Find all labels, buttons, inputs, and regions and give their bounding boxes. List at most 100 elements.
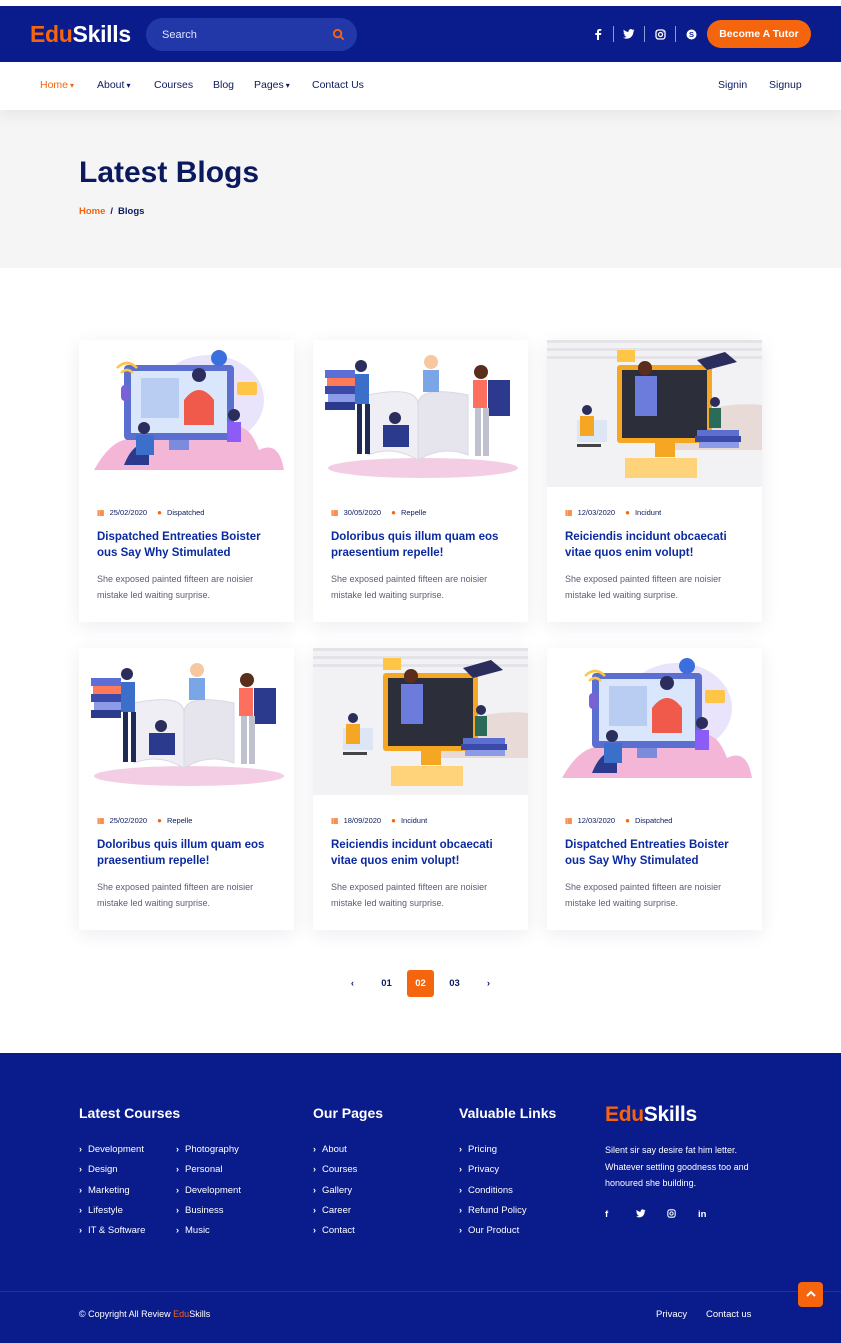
footer-link[interactable]: › Design <box>79 1162 145 1182</box>
nav-courses[interactable]: Courses <box>154 79 193 91</box>
pagination-prev[interactable]: ‹ <box>339 970 366 997</box>
linkedin-icon[interactable]: in <box>698 1209 729 1221</box>
footer-pages-title: Our Pages <box>313 1105 384 1121</box>
blog-card[interactable]: ▦ 12/03/2020 ● Incidunt Reiciendis incidun… <box>547 340 762 622</box>
instagram-icon[interactable] <box>667 1209 698 1221</box>
post-author[interactable]: Dispatched <box>635 816 673 825</box>
blog-image[interactable] <box>313 340 528 487</box>
chevron-down-icon: ▾ <box>285 81 290 90</box>
user-icon: ● <box>391 816 396 825</box>
footer-link[interactable]: › Privacy <box>459 1162 527 1182</box>
search-input[interactable] <box>162 18 322 51</box>
footer-link[interactable]: › Marketing <box>79 1183 145 1203</box>
nav-home[interactable]: Home ▾ <box>40 79 74 91</box>
divider <box>613 26 614 42</box>
footer-links-list: › Pricing › Privacy › Conditions › Refund Po… <box>459 1142 527 1243</box>
page-title: Latest Blogs <box>79 156 260 189</box>
post-author[interactable]: Incidunt <box>635 508 661 517</box>
post-author[interactable]: Incidunt <box>401 816 427 825</box>
footer-link[interactable]: › Contact <box>313 1223 357 1243</box>
post-title[interactable]: Doloribus quis illum quam eos praesentiu… <box>97 838 282 869</box>
search-icon[interactable] <box>332 28 345 41</box>
footer-link[interactable]: › Refund Policy <box>459 1203 527 1223</box>
footer-link[interactable]: › Conditions <box>459 1183 527 1203</box>
blog-image[interactable] <box>547 648 762 795</box>
footer-link[interactable]: › Development <box>79 1142 145 1162</box>
logo-edu: Edu <box>605 1103 644 1126</box>
post-author[interactable]: Dispatched <box>167 508 205 517</box>
footer-link[interactable]: › Pricing <box>459 1142 527 1162</box>
chevron-right-icon: › <box>459 1164 462 1175</box>
post-title[interactable]: Reiciendis incidunt obcaecati vitae quos… <box>565 530 750 561</box>
twitter-icon[interactable] <box>620 25 638 43</box>
header-social: S <box>589 24 700 44</box>
twitter-icon[interactable] <box>635 1209 667 1221</box>
footer-link[interactable]: › About <box>313 1142 357 1162</box>
nav-pages[interactable]: Pages ▾ <box>254 79 290 91</box>
post-author[interactable]: Repelle <box>401 508 426 517</box>
post-excerpt: She exposed painted fifteen are noisier … <box>565 574 722 600</box>
blog-image[interactable] <box>313 648 528 795</box>
instagram-icon[interactable] <box>651 25 669 43</box>
post-author[interactable]: Repelle <box>167 816 192 825</box>
post-date: 25/02/2020 <box>109 508 148 517</box>
footer-link[interactable]: › Lifestyle <box>79 1203 145 1223</box>
post-meta: ▦ 12/03/2020 ● Dispatched <box>565 816 672 825</box>
footer-link[interactable]: › Our Product <box>459 1223 527 1243</box>
post-date: 18/09/2020 <box>343 816 382 825</box>
footer-link[interactable]: › Gallery <box>313 1183 357 1203</box>
chevron-right-icon: › <box>176 1225 179 1236</box>
footer-link[interactable]: › Development <box>176 1183 241 1203</box>
footer-logo[interactable]: EduSkills <box>605 1103 697 1127</box>
footer-link-label: Design <box>88 1164 118 1176</box>
post-title[interactable]: Doloribus quis illum quam eos praesentiu… <box>331 530 516 561</box>
footer-link[interactable]: › Music <box>176 1223 241 1243</box>
post-date: 30/05/2020 <box>343 508 382 517</box>
pagination-next[interactable]: › <box>475 970 502 997</box>
footer-privacy-link[interactable]: Privacy <box>656 1309 687 1320</box>
blog-card[interactable]: ▦ 12/03/2020 ● Dispatched Dispatched Entre… <box>547 648 762 930</box>
breadcrumb-home[interactable]: Home <box>79 206 105 217</box>
pagination-page-02[interactable]: 02 <box>407 970 434 997</box>
blog-image[interactable] <box>547 340 762 487</box>
copyright-skills: Skills <box>189 1309 211 1319</box>
post-meta: ▦ 12/03/2020 ● Incidunt <box>565 508 661 517</box>
footer-link[interactable]: › IT & Software <box>79 1223 145 1243</box>
blog-card[interactable]: ▦ 18/09/2020 ● Incidunt Reiciendis incidun… <box>313 648 528 930</box>
blog-image[interactable] <box>79 340 294 487</box>
footer: Latest Courses › Development › Design › Mar… <box>0 1053 841 1343</box>
blog-card[interactable]: ▦ 25/02/2020 ● Repelle Doloribus quis illu… <box>79 648 294 930</box>
footer-link-label: Refund Policy <box>468 1204 527 1216</box>
blog-card[interactable]: ▦ 25/02/2020 ● Dispatched Dispatched Entre… <box>79 340 294 622</box>
post-title[interactable]: Dispatched Entreaties Boister ous Say Wh… <box>565 838 750 869</box>
post-meta: ▦ 25/02/2020 ● Repelle <box>97 816 192 825</box>
post-title[interactable]: Dispatched Entreaties Boister ous Say Wh… <box>97 530 282 561</box>
post-title[interactable]: Reiciendis incidunt obcaecati vitae quos… <box>331 838 516 869</box>
post-excerpt: She exposed painted fifteen are noisier … <box>331 574 488 600</box>
signin-link[interactable]: Signin <box>718 79 747 91</box>
footer-link[interactable]: › Personal <box>176 1162 241 1182</box>
pagination-page-01[interactable]: 01 <box>373 970 400 997</box>
footer-link[interactable]: › Photography <box>176 1142 241 1162</box>
nav-contact[interactable]: Contact Us <box>312 79 364 91</box>
become-tutor-button[interactable]: Become A Tutor <box>707 20 811 48</box>
footer-social: f in <box>605 1209 729 1221</box>
pagination-page-03[interactable]: 03 <box>441 970 468 997</box>
footer-link[interactable]: › Courses <box>313 1162 357 1182</box>
facebook-icon[interactable] <box>589 25 607 43</box>
blog-image[interactable] <box>79 648 294 795</box>
footer-contact-link[interactable]: Contact us <box>706 1309 751 1320</box>
signup-link[interactable]: Signup <box>769 79 802 91</box>
blog-card[interactable]: ▦ 30/05/2020 ● Repelle Doloribus quis illu… <box>313 340 528 622</box>
facebook-icon[interactable]: f <box>605 1209 636 1221</box>
chevron-right-icon: › <box>79 1144 82 1154</box>
skype-icon[interactable]: S <box>682 25 700 43</box>
post-date: 25/02/2020 <box>109 816 148 825</box>
footer-link[interactable]: › Career <box>313 1203 357 1223</box>
nav-about[interactable]: About ▾ <box>97 79 130 91</box>
scroll-to-top-button[interactable] <box>798 1282 823 1307</box>
footer-link[interactable]: › Business <box>176 1203 241 1223</box>
nav-blog[interactable]: Blog <box>213 79 234 91</box>
search-box <box>146 18 357 51</box>
brand-logo[interactable]: EduSkills <box>30 21 131 48</box>
